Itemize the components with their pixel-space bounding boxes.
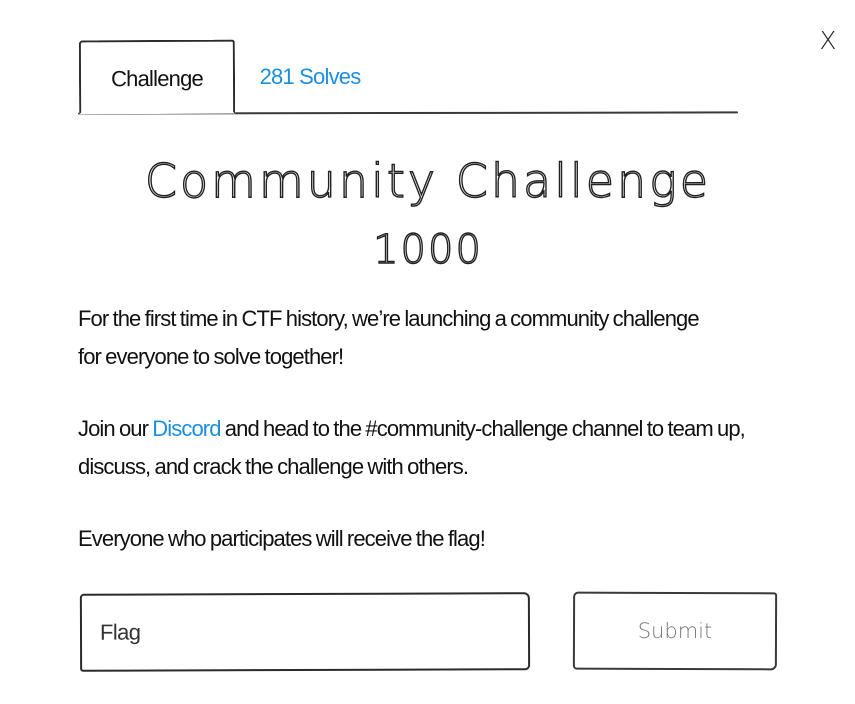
- challenge-value: 1000: [372, 226, 483, 273]
- submit-button[interactable]: Submit: [572, 591, 778, 671]
- challenge-title: Community Challenge 1000: [78, 144, 778, 282]
- close-button[interactable]: X: [812, 26, 844, 56]
- discord-link[interactable]: Discord: [152, 416, 221, 441]
- description-paragraph: Join our Discord and head to the #commun…: [78, 410, 798, 486]
- description-text: Join our: [78, 416, 153, 441]
- flag-input[interactable]: [79, 592, 531, 672]
- description-paragraph: For the first time in CTF history, we’re…: [78, 306, 700, 369]
- challenge-description: For the first time in CTF history, we’re…: [78, 300, 798, 592]
- challenge-name: Community Challenge: [144, 153, 712, 208]
- tab-challenge[interactable]: Challenge: [78, 39, 236, 115]
- challenge-modal: X Challenge 281 Solves Community Challen…: [0, 0, 855, 704]
- description-paragraph: Everyone who participates will receive t…: [78, 526, 486, 551]
- tab-bar: Challenge 281 Solves: [77, 39, 739, 116]
- tab-solves[interactable]: 281 Solves: [246, 40, 374, 114]
